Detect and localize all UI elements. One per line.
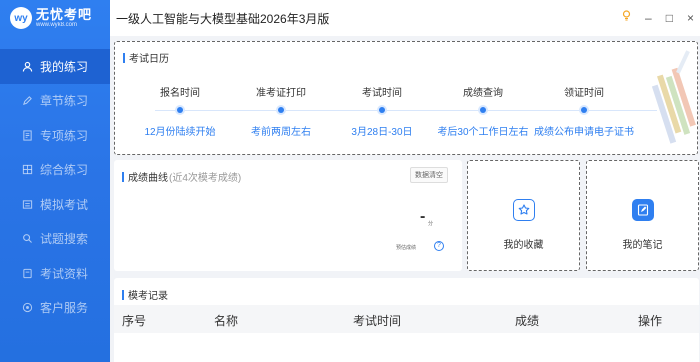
- sidebar-nav: 我的练习 章节练习 专项练习 综合练习 模拟考试 试题搜索 考试资料 客户服务: [0, 49, 110, 325]
- sidebar-item-comprehensive-practice[interactable]: 综合练习: [0, 153, 110, 188]
- sidebar-item-chapter-practice[interactable]: 章节练习: [0, 84, 110, 119]
- favorites-label: 我的收藏: [503, 240, 544, 251]
- sidebar-item-label: 客户服务: [40, 301, 89, 316]
- sidebar: wy 无忧考吧 www.wyk8.com 我的练习 章节练习 专项练习 综合练习…: [0, 0, 110, 362]
- grid-icon: [20, 163, 34, 177]
- step-value: 考前两周左右: [251, 127, 311, 138]
- sidebar-item-customer-service[interactable]: 客户服务: [0, 291, 110, 326]
- estimated-score-label: 预估成绩: [396, 245, 417, 251]
- search-icon: [20, 232, 34, 246]
- sidebar-item-mock-exam[interactable]: 模拟考试: [0, 187, 110, 222]
- timeline-dot: [177, 107, 183, 113]
- lightbulb-icon[interactable]: [622, 10, 631, 25]
- column-header-score: 成绩: [515, 314, 540, 328]
- calendar-title: 考试日历: [123, 50, 169, 65]
- exam-icon: [20, 197, 34, 211]
- timeline-step: 成绩查询 考后30个工作日左右: [428, 84, 538, 138]
- star-bookmark-icon: [512, 199, 535, 221]
- pencil-icon: [20, 94, 34, 108]
- app-title: 一级人工智能与大模型基础2026年3月版: [116, 11, 330, 26]
- sidebar-item-label: 试题搜索: [40, 232, 89, 247]
- user-icon: [20, 59, 34, 73]
- sidebar-item-label: 专项练习: [40, 128, 89, 143]
- step-label: 考试时间: [362, 88, 402, 99]
- sidebar-item-label: 模拟考试: [40, 197, 89, 212]
- clear-data-button[interactable]: 数据清空: [410, 167, 448, 183]
- timeline-dot: [480, 107, 486, 113]
- sidebar-item-special-practice[interactable]: 专项练习: [0, 118, 110, 153]
- timeline-dot: [581, 107, 587, 113]
- step-value: 考后30个工作日左右: [437, 127, 529, 138]
- step-value: 3月28日-30日: [351, 127, 413, 138]
- sidebar-item-my-practice[interactable]: 我的练习: [0, 49, 110, 84]
- column-header-name: 名称: [214, 314, 239, 328]
- timeline-step: 领证时间 成绩公布申请电子证书: [529, 84, 639, 138]
- column-header-exam-time: 考试时间: [353, 314, 402, 328]
- minimize-button[interactable]: –: [645, 11, 652, 25]
- sidebar-item-label: 考试资料: [40, 266, 89, 281]
- notes-label: 我的笔记: [622, 240, 663, 251]
- step-label: 准考证打印: [256, 88, 306, 99]
- sidebar-item-label: 我的练习: [40, 59, 89, 74]
- service-icon: [20, 301, 34, 315]
- score-subtitle: (近4次模考成绩): [169, 173, 242, 184]
- timeline-step: 报名时间 12月份陆续开始: [125, 84, 235, 138]
- close-button[interactable]: ×: [687, 11, 694, 25]
- records-table-header: 序号 名称 考试时间 成绩 操作: [114, 305, 699, 333]
- sidebar-item-exam-materials[interactable]: 考试资料: [0, 256, 110, 291]
- exam-calendar-panel: 考试日历 报名时间 12月份陆续开始 准考证打印 考前两周左右 考试时间 3月2…: [114, 41, 698, 155]
- edit-note-icon: [631, 199, 654, 221]
- my-favorites-card[interactable]: 我的收藏: [467, 160, 580, 271]
- timeline-dot: [278, 107, 284, 113]
- step-label: 成绩查询: [463, 88, 503, 99]
- help-icon[interactable]: ?: [434, 241, 444, 251]
- folder-icon: [20, 266, 34, 280]
- logo-badge: wy: [10, 7, 32, 29]
- maximize-button[interactable]: □: [666, 11, 673, 25]
- score-curve-title: 成绩曲线 (近4次模考成绩): [122, 169, 241, 184]
- sidebar-item-question-search[interactable]: 试题搜索: [0, 222, 110, 257]
- estimated-score-value: -: [420, 208, 426, 225]
- score-title-text: 成绩曲线: [128, 173, 168, 184]
- step-label: 领证时间: [564, 88, 604, 99]
- mock-exam-records-panel: 模考记录 序号 名称 考试时间 成绩 操作: [114, 278, 699, 362]
- column-header-index: 序号: [122, 314, 147, 328]
- app-logo: wy 无忧考吧 www.wyk8.com: [10, 6, 92, 30]
- step-value: 成绩公布申请电子证书: [534, 127, 634, 138]
- window-controls: – □ ×: [622, 10, 694, 25]
- timeline-step: 准考证打印 考前两周左右: [226, 84, 336, 138]
- pencils-decoration-icon: [651, 50, 696, 144]
- column-header-action: 操作: [638, 314, 663, 328]
- my-notes-card[interactable]: 我的笔记: [586, 160, 699, 271]
- document-icon: [20, 128, 34, 142]
- timeline-step: 考试时间 3月28日-30日: [327, 84, 437, 138]
- title-bar: 一级人工智能与大模型基础2026年3月版 – □ ×: [110, 0, 700, 36]
- sidebar-item-label: 综合练习: [40, 163, 89, 178]
- score-curve-panel: 成绩曲线 (近4次模考成绩) 数据清空 - 分 预估成绩 ?: [114, 160, 462, 271]
- records-title: 模考记录: [122, 287, 168, 302]
- score-unit: 分: [428, 221, 434, 227]
- logo-url: www.wyk8.com: [36, 21, 78, 28]
- sidebar-item-label: 章节练习: [40, 94, 89, 109]
- step-value: 12月份陆续开始: [144, 127, 216, 138]
- step-label: 报名时间: [160, 88, 200, 99]
- timeline-dot: [379, 107, 385, 113]
- logo-title: 无忧考吧: [36, 6, 93, 22]
